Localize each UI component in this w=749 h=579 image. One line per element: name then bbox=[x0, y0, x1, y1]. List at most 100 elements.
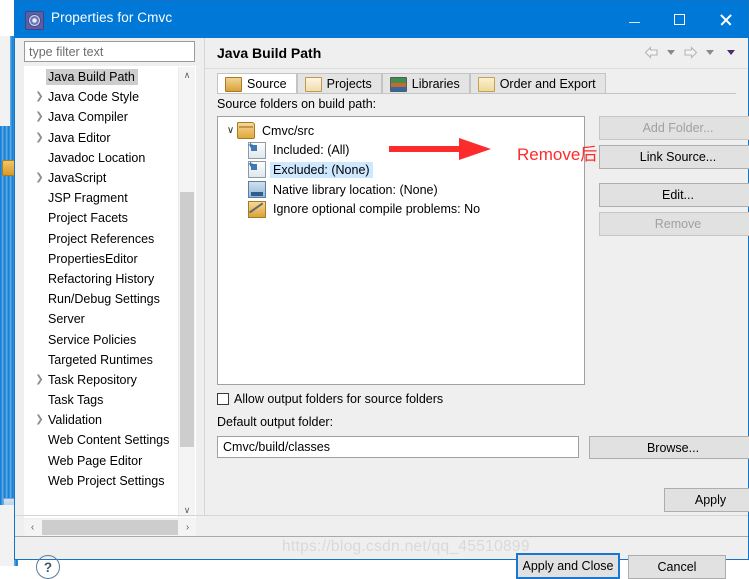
tree-scroll-thumb[interactable] bbox=[180, 192, 194, 447]
remove-button[interactable]: Remove bbox=[599, 212, 749, 236]
sidebar-item-run-debug-settings[interactable]: Run/Debug Settings bbox=[25, 289, 181, 309]
apply-and-close-button[interactable]: Apply and Close bbox=[516, 553, 620, 579]
back-arrow-icon[interactable] bbox=[644, 46, 659, 59]
allow-output-folders-row[interactable]: Allow output folders for source folders bbox=[217, 392, 443, 406]
tab-projects[interactable]: Projects bbox=[296, 73, 382, 94]
dialog-title: Properties for Cmvc bbox=[51, 10, 173, 25]
source-tree-row-label: Included: (All) bbox=[273, 143, 350, 158]
sidebar-item-web-content-settings[interactable]: Web Content Settings bbox=[25, 430, 181, 450]
source-tree-row-label: Cmvc/src bbox=[262, 123, 315, 138]
minimize-icon bbox=[629, 22, 640, 23]
add-folder-button[interactable]: Add Folder... bbox=[599, 116, 749, 140]
chevron-right-icon[interactable]: ❯ bbox=[33, 92, 46, 102]
tree-vertical-scrollbar[interactable]: ∧ ∨ bbox=[178, 67, 195, 517]
sidebar-item-label: Java Code Style bbox=[48, 90, 140, 105]
chevron-right-icon[interactable]: ❯ bbox=[33, 415, 46, 425]
order-export-icon bbox=[477, 76, 495, 92]
annotation-text: Remove后 bbox=[517, 145, 598, 164]
background-window-panel-lower bbox=[0, 505, 14, 566]
browse-button[interactable]: Browse... bbox=[589, 436, 749, 459]
forward-arrow-icon[interactable] bbox=[683, 46, 698, 59]
sidebar-item-refactoring-history[interactable]: Refactoring History bbox=[25, 269, 181, 289]
sidebar-item-label: Refactoring History bbox=[48, 271, 155, 286]
filter-input[interactable]: type filter text bbox=[24, 41, 195, 62]
link-source-button[interactable]: Link Source... bbox=[599, 145, 749, 169]
sidebar-item-web-page-editor[interactable]: Web Page Editor bbox=[25, 451, 181, 471]
help-button[interactable]: ? bbox=[36, 555, 60, 579]
sidebar-item-validation[interactable]: ❯ Validation bbox=[25, 410, 181, 430]
sidebar-item-java-compiler[interactable]: ❯ Java Compiler bbox=[25, 107, 181, 127]
sidebar-item-server[interactable]: Server bbox=[25, 309, 181, 329]
edit-button[interactable]: Edit... bbox=[599, 183, 749, 207]
footer-top-separator bbox=[15, 515, 748, 516]
tree-horizontal-scrollbar[interactable]: ‹ › bbox=[24, 519, 196, 536]
projects-folder-icon bbox=[304, 76, 322, 92]
sidebar-item-label: Web Content Settings bbox=[48, 433, 170, 448]
allow-output-folders-checkbox[interactable] bbox=[217, 393, 229, 405]
scroll-right-icon[interactable]: › bbox=[179, 519, 196, 536]
watermark: https://blog.csdn.net/qq_45510899 bbox=[282, 538, 530, 555]
sidebar-item-java-editor[interactable]: ❯ Java Editor bbox=[25, 128, 181, 148]
chevron-right-icon[interactable]: ❯ bbox=[33, 374, 46, 385]
sidebar-item-label: JavaScript bbox=[48, 171, 107, 186]
properties-gear-icon bbox=[25, 11, 44, 30]
chevron-right-icon[interactable]: ❯ bbox=[33, 132, 46, 143]
screen: Properties for Cmvc type filter text Jav… bbox=[0, 0, 749, 579]
background-window-panel-upper bbox=[0, 36, 10, 126]
sidebar-item-propertieseditor[interactable]: PropertiesEditor bbox=[25, 249, 181, 269]
sidebar-item-jsp-fragment[interactable]: JSP Fragment bbox=[25, 188, 181, 208]
scroll-up-icon[interactable]: ∧ bbox=[179, 67, 195, 84]
tab-label: Libraries bbox=[411, 77, 460, 91]
chevron-right-icon[interactable]: ❯ bbox=[33, 112, 46, 122]
include-filter-icon bbox=[248, 140, 266, 159]
sidebar-item-label: Javadoc Location bbox=[48, 150, 146, 165]
tab-order-and-export[interactable]: Order and Export bbox=[469, 73, 606, 94]
sidebar-item-task-tags[interactable]: Task Tags bbox=[25, 390, 181, 410]
source-tab-panel: Source folders on build path: ∨ Cmvc/src I… bbox=[217, 94, 749, 559]
cancel-button[interactable]: Cancel bbox=[628, 555, 726, 579]
source-tree-row[interactable]: Ignore optional compile problems: No bbox=[218, 199, 584, 219]
sidebar-item-label: Task Repository bbox=[48, 372, 137, 387]
default-output-folder-input[interactable]: Cmvc/build/classes bbox=[217, 436, 579, 458]
apply-button[interactable]: Apply bbox=[664, 488, 749, 512]
maximize-button[interactable] bbox=[657, 1, 702, 38]
forward-dropdown-icon[interactable] bbox=[706, 50, 714, 55]
view-menu-icon[interactable] bbox=[727, 50, 735, 55]
sidebar-item-java-code-style[interactable]: ❯ Java Code Style bbox=[25, 87, 181, 107]
sidebar-item-service-policies[interactable]: Service Policies bbox=[25, 329, 181, 349]
sidebar-item-label: Targeted Runtimes bbox=[48, 352, 153, 367]
sidebar-item-task-repository[interactable]: ❯ Task Repository bbox=[25, 370, 181, 390]
sidebar-item-java-build-path[interactable]: Java Build Path bbox=[25, 67, 181, 87]
sidebar-item-label: Validation bbox=[48, 413, 102, 428]
close-button[interactable] bbox=[703, 1, 748, 38]
sidebar-item-label: Web Project Settings bbox=[48, 473, 165, 488]
minimize-button[interactable] bbox=[612, 1, 657, 38]
back-dropdown-icon[interactable] bbox=[667, 50, 675, 55]
sidebar-item-javadoc-location[interactable]: Javadoc Location bbox=[25, 148, 181, 168]
tree-hscroll-thumb[interactable] bbox=[42, 520, 178, 535]
tab-source[interactable]: Source bbox=[217, 73, 297, 94]
settings-tree[interactable]: Java Build Path ❯ Java Code Style ❯ Java Com… bbox=[24, 66, 196, 518]
sidebar-item-project-facets[interactable]: Project Facets bbox=[25, 208, 181, 228]
maximize-icon bbox=[674, 14, 685, 25]
sidebar-item-web-project-settings[interactable]: Web Project Settings bbox=[25, 471, 181, 491]
dialog-titlebar: Properties for Cmvc bbox=[15, 1, 748, 38]
exclude-filter-icon bbox=[248, 159, 266, 179]
sidebar-item-label: Service Policies bbox=[48, 332, 137, 347]
title-separator bbox=[205, 68, 748, 69]
sidebar-item-targeted-runtimes[interactable]: Targeted Runtimes bbox=[25, 350, 181, 370]
allow-output-folders-label: Allow output folders for source folders bbox=[234, 392, 444, 406]
source-tree-row[interactable]: Native library location: (None) bbox=[218, 180, 584, 200]
sidebar-item-label: JSP Fragment bbox=[48, 191, 128, 206]
close-icon bbox=[719, 13, 732, 26]
chevron-down-icon[interactable]: ∨ bbox=[224, 125, 237, 136]
sidebar-item-javascript[interactable]: ❯ JavaScript bbox=[25, 168, 181, 188]
tab-label: Order and Export bbox=[499, 77, 596, 91]
chevron-right-icon[interactable]: ❯ bbox=[33, 173, 46, 183]
sidebar-item-project-references[interactable]: Project References bbox=[25, 229, 181, 249]
scroll-left-icon[interactable]: ‹ bbox=[24, 519, 41, 536]
tab-libraries[interactable]: Libraries bbox=[381, 73, 470, 94]
source-folder-icon bbox=[225, 76, 242, 92]
source-tree-row-label: Excluded: (None) bbox=[270, 161, 373, 178]
settings-tree-list: Java Build Path ❯ Java Code Style ❯ Java Com… bbox=[25, 67, 181, 491]
